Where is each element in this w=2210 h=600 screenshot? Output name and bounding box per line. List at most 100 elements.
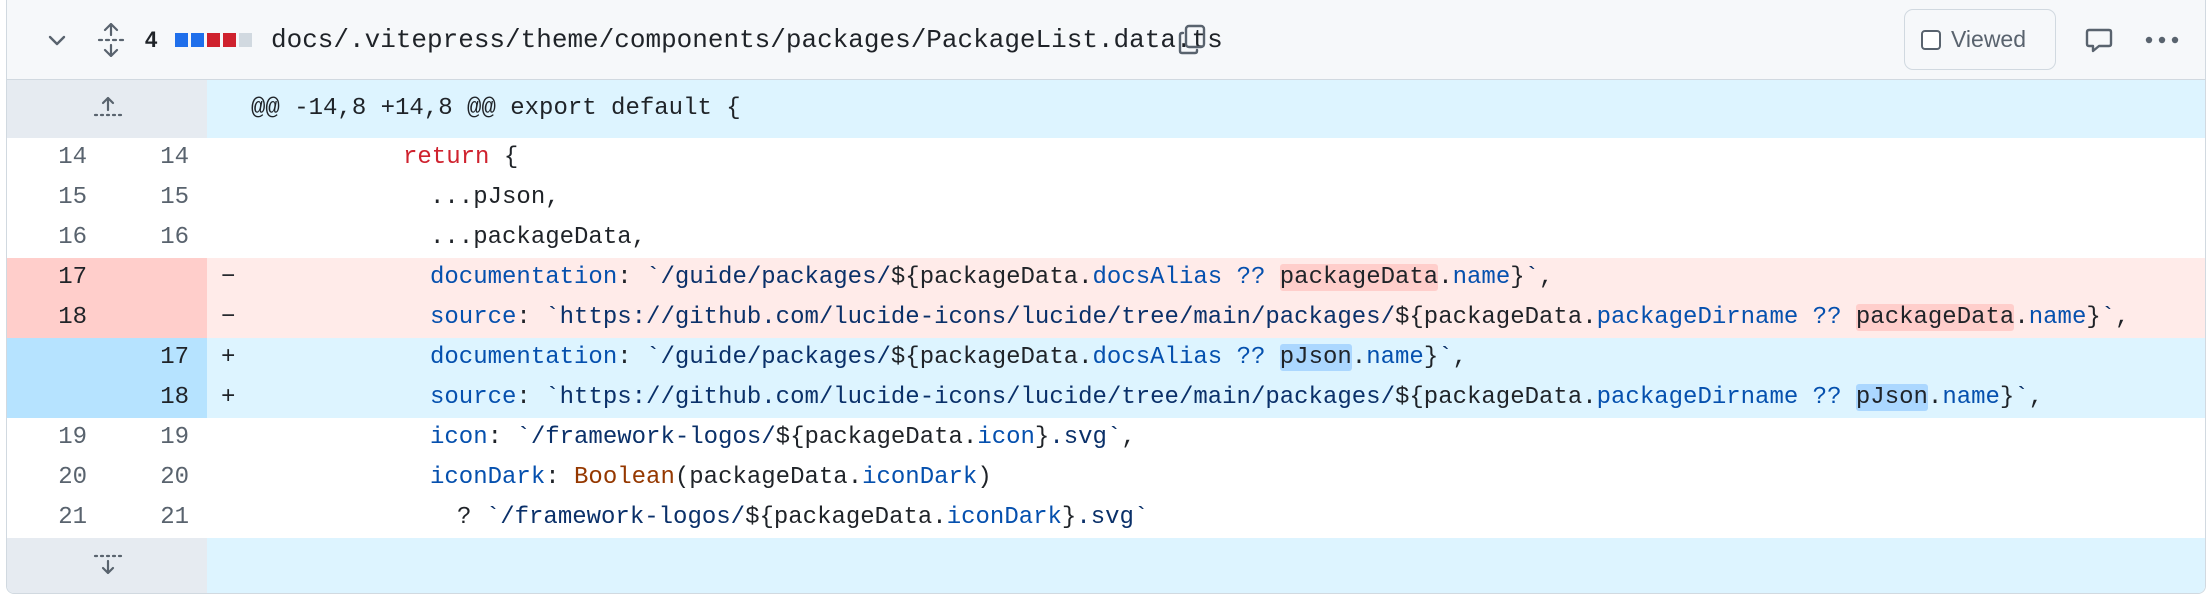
added-line: 18 + source: `https://github.com/lucide-ic…: [7, 378, 2205, 418]
code-token: icon: [977, 424, 1035, 451]
code-token: }: [2086, 304, 2101, 331]
old-line-number[interactable]: [7, 338, 87, 378]
old-line-number[interactable]: 15: [7, 178, 87, 218]
code-token: `https://github.com/lucide-icons/lucide/…: [545, 384, 1395, 411]
code-token: source: [430, 384, 517, 411]
old-line-number[interactable]: 21: [7, 498, 87, 538]
old-line-number[interactable]: 18: [7, 298, 87, 338]
code-token: ,: [1539, 264, 1554, 291]
code-token: ...packageData,: [430, 224, 647, 251]
code-token: pJson: [1279, 344, 1352, 371]
code-token: :: [487, 424, 517, 451]
code-token: `: [1438, 344, 1453, 371]
diffstat-block: [239, 33, 252, 47]
fold-down-icon: [93, 554, 123, 575]
context-line: 15 15 ...pJson,: [7, 178, 2205, 218]
code-token: `: [1524, 264, 1540, 291]
more-options-button[interactable]: [2145, 0, 2179, 80]
expand-down-button[interactable]: [7, 538, 207, 593]
code-token: }: [1423, 344, 1439, 371]
code-token: ${packageData.: [775, 424, 978, 451]
code-token: .: [1927, 384, 1943, 411]
expand-up-button[interactable]: [7, 80, 207, 138]
code-text: icon: `/framework-logos/${packageData.ic…: [430, 418, 1136, 458]
new-line-number[interactable]: 21: [107, 498, 189, 538]
code-token: packageDirname: [1596, 384, 1799, 411]
code-token: .: [1438, 264, 1453, 291]
viewed-label: Viewed: [1951, 26, 2027, 52]
kebab-horizontal-icon: [2145, 36, 2179, 44]
file-path-link[interactable]: docs/.vitepress/theme/components/package…: [271, 25, 1223, 55]
code-token: iconDark: [430, 464, 546, 491]
copy-path-button[interactable]: [1177, 0, 1207, 80]
expand-all-button[interactable]: [97, 0, 125, 80]
new-line-number[interactable]: 17: [107, 338, 189, 378]
code-token: ??: [1236, 264, 1266, 291]
old-line-number[interactable]: 16: [7, 218, 87, 258]
diff-sign: +: [221, 384, 236, 411]
new-line-number[interactable]: 14: [107, 138, 189, 178]
new-line-number[interactable]: 18: [107, 378, 189, 418]
viewed-toggle[interactable]: Viewed: [1904, 9, 2056, 70]
hunk-header-row: @@ -14,8 +14,8 @@ export default {: [7, 80, 2205, 138]
code-token: ,: [2115, 304, 2130, 331]
diff-sign: −: [221, 304, 236, 331]
code-text: iconDark: Boolean(packageData.iconDark): [430, 458, 992, 498]
code-text: ...pJson,: [430, 178, 560, 218]
code-token: Boolean: [574, 464, 675, 491]
code-token: (packageData.: [674, 464, 863, 491]
code-text: ...packageData,: [430, 218, 646, 258]
viewed-checkbox[interactable]: [1921, 29, 1941, 50]
change-count: 4: [145, 27, 158, 52]
code-token: .: [2014, 304, 2029, 331]
code-token: docsAlias: [1092, 264, 1223, 291]
hunk-header-text: @@ -14,8 +14,8 @@ export default {: [251, 95, 741, 122]
collapse-toggle[interactable]: [45, 0, 69, 80]
code-token: name: [2028, 304, 2087, 331]
code-text: source: `https://github.com/lucide-icons…: [430, 378, 2043, 418]
code-token: iconDark: [862, 464, 978, 491]
code-token: name: [1942, 384, 2000, 411]
comment-icon: [2085, 28, 2113, 53]
new-line-number[interactable]: 16: [107, 218, 189, 258]
code-token: }: [1999, 384, 2015, 411]
old-line-number[interactable]: 14: [7, 138, 87, 178]
code-token: :: [516, 384, 546, 411]
new-line-number[interactable]: 20: [107, 458, 189, 498]
old-line-number[interactable]: 20: [7, 458, 87, 498]
new-line-number[interactable]: 15: [107, 178, 189, 218]
old-line-number[interactable]: 17: [7, 258, 87, 298]
diffstat-block: [207, 33, 220, 47]
context-line: 14 14 return {: [7, 138, 2205, 178]
code-token: icon: [430, 424, 488, 451]
new-line-number[interactable]: [107, 258, 189, 298]
code-token: ${packageData.: [1394, 304, 1597, 331]
code-token: .svg`: [1076, 504, 1149, 531]
code-token: `/guide/packages/: [646, 264, 891, 291]
diffstat-block: [223, 33, 236, 47]
code-text: ? `/framework-logos/${packageData.iconDa…: [457, 498, 1148, 538]
comment-button[interactable]: [2085, 0, 2113, 80]
code-token: packageData: [1855, 304, 2015, 331]
code-token: ): [977, 464, 992, 491]
old-line-number[interactable]: [7, 378, 87, 418]
code-text: source: `https://github.com/lucide-icons…: [430, 298, 2130, 338]
code-token: return: [403, 144, 490, 171]
diff-sign: −: [221, 264, 236, 291]
old-line-number[interactable]: 19: [7, 418, 87, 458]
chevron-down-icon: [48, 35, 66, 46]
code-token: ,: [1121, 424, 1136, 451]
context-line: 19 19 icon: `/framework-logos/${packageDat…: [7, 418, 2205, 458]
diffstat-block: [191, 33, 204, 47]
new-line-number[interactable]: [107, 298, 189, 338]
code-text: return {: [403, 138, 518, 178]
new-line-number[interactable]: 19: [107, 418, 189, 458]
code-token: ,: [1452, 344, 1468, 371]
code-text: documentation: `/guide/packages/${packag…: [430, 258, 1553, 298]
code-token: `/framework-logos/: [516, 424, 776, 451]
